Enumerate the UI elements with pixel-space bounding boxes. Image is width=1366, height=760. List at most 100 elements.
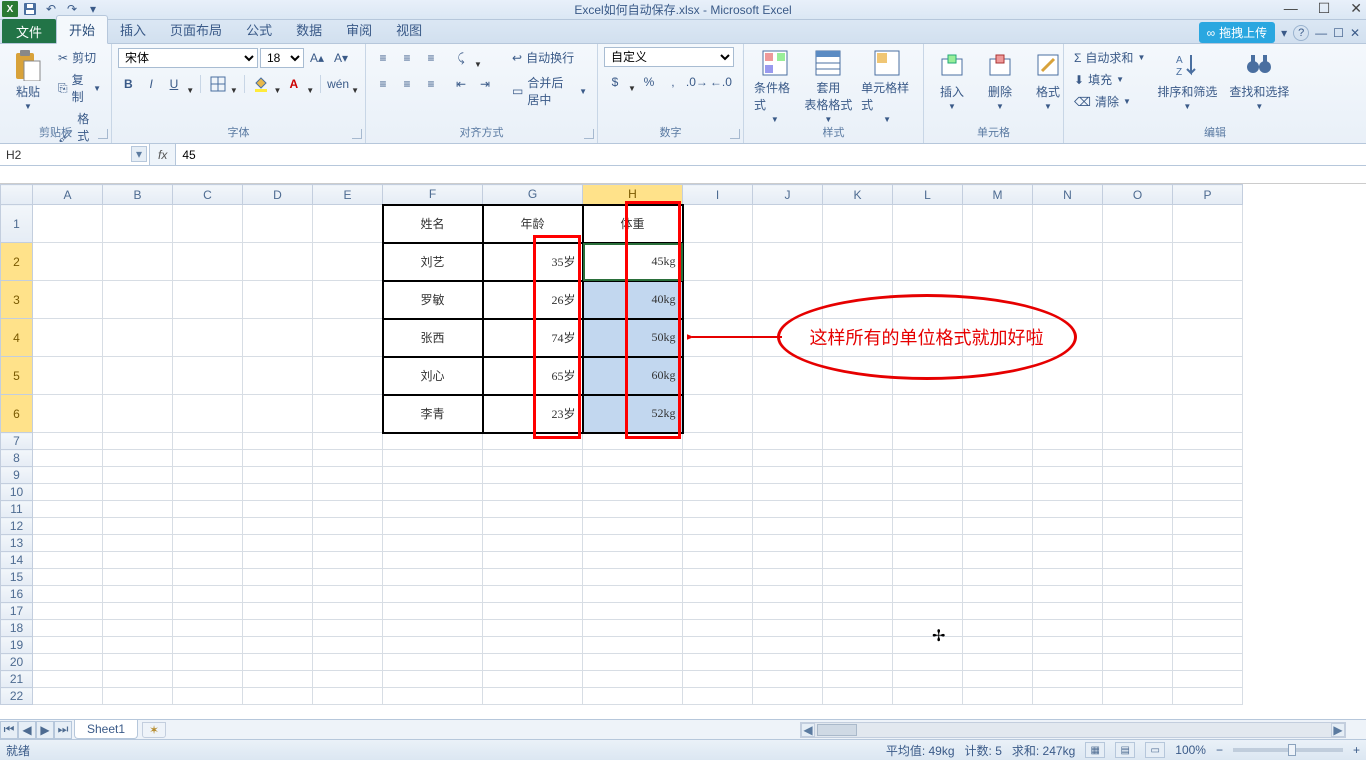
launcher-icon[interactable] (730, 129, 740, 139)
cell-K7[interactable] (823, 433, 893, 450)
cell-E14[interactable] (313, 552, 383, 569)
percent-icon[interactable]: % (638, 71, 660, 93)
currency-dropdown-icon[interactable]: ▼ (628, 84, 636, 93)
sheet-nav-first-icon[interactable]: ⏮ (0, 721, 18, 739)
row-header-1[interactable]: 1 (1, 205, 33, 243)
currency-icon[interactable]: $ (604, 71, 626, 93)
cell-C9[interactable] (173, 467, 243, 484)
cell-P3[interactable] (1173, 281, 1243, 319)
cell-I6[interactable] (683, 395, 753, 433)
cell-E4[interactable] (313, 319, 383, 357)
cell-G18[interactable] (483, 620, 583, 637)
cell-E11[interactable] (313, 501, 383, 518)
cell-J17[interactable] (753, 603, 823, 620)
cell-N15[interactable] (1033, 569, 1103, 586)
border-dropdown-icon[interactable]: ▼ (230, 86, 238, 95)
cell-K14[interactable] (823, 552, 893, 569)
sheet-nav-last-icon[interactable]: ⏭ (54, 721, 72, 739)
cell-G4[interactable]: 74岁 (483, 319, 583, 357)
spreadsheet-grid[interactable]: ABCDEFGHIJKLMNOP1姓名年龄体重2刘艺35岁45kg3罗敏26岁4… (0, 184, 1243, 705)
cell-L19[interactable] (893, 637, 963, 654)
border-button[interactable] (207, 73, 228, 95)
cell-G9[interactable] (483, 467, 583, 484)
cell-I18[interactable] (683, 620, 753, 637)
cell-H19[interactable] (583, 637, 683, 654)
cell-I4[interactable] (683, 319, 753, 357)
cell-K3[interactable] (823, 281, 893, 319)
cell-J13[interactable] (753, 535, 823, 552)
comma-icon[interactable]: , (662, 71, 684, 93)
decrease-decimal-icon[interactable]: ←.0 (710, 71, 732, 93)
cell-H20[interactable] (583, 654, 683, 671)
increase-indent-icon[interactable]: ⇥ (474, 73, 496, 95)
row-header-8[interactable]: 8 (1, 450, 33, 467)
cell-M3[interactable] (963, 281, 1033, 319)
cell-C7[interactable] (173, 433, 243, 450)
cell-C20[interactable] (173, 654, 243, 671)
cell-I19[interactable] (683, 637, 753, 654)
cell-O14[interactable] (1103, 552, 1173, 569)
cell-G3[interactable]: 26岁 (483, 281, 583, 319)
cell-C13[interactable] (173, 535, 243, 552)
cell-O9[interactable] (1103, 467, 1173, 484)
col-header-E[interactable]: E (313, 185, 383, 205)
cell-K20[interactable] (823, 654, 893, 671)
fill-dropdown-icon[interactable]: ▼ (274, 86, 282, 95)
cell-C2[interactable] (173, 243, 243, 281)
font-size-select[interactable]: 18 (260, 48, 304, 68)
insert-sheet-icon[interactable]: ✶ (142, 722, 166, 738)
cell-B22[interactable] (103, 688, 173, 705)
row-header-17[interactable]: 17 (1, 603, 33, 620)
cell-G19[interactable] (483, 637, 583, 654)
cell-B7[interactable] (103, 433, 173, 450)
cell-E9[interactable] (313, 467, 383, 484)
cell-P11[interactable] (1173, 501, 1243, 518)
paste-button[interactable]: 粘贴 ▼ (6, 47, 50, 125)
cell-F11[interactable] (383, 501, 483, 518)
cell-D17[interactable] (243, 603, 313, 620)
cell-G22[interactable] (483, 688, 583, 705)
cell-K18[interactable] (823, 620, 893, 637)
cell-A20[interactable] (33, 654, 103, 671)
bold-button[interactable]: B (118, 73, 139, 95)
row-header-10[interactable]: 10 (1, 484, 33, 501)
cell-K4[interactable] (823, 319, 893, 357)
scroll-right-icon[interactable]: ▶ (1331, 723, 1345, 737)
cell-J16[interactable] (753, 586, 823, 603)
cell-C10[interactable] (173, 484, 243, 501)
cell-P1[interactable] (1173, 205, 1243, 243)
cell-B5[interactable] (103, 357, 173, 395)
cell-B2[interactable] (103, 243, 173, 281)
cell-E17[interactable] (313, 603, 383, 620)
row-header-16[interactable]: 16 (1, 586, 33, 603)
cell-O13[interactable] (1103, 535, 1173, 552)
col-header-J[interactable]: J (753, 185, 823, 205)
decrease-indent-icon[interactable]: ⇤ (450, 73, 472, 95)
cell-D6[interactable] (243, 395, 313, 433)
paste-dropdown-icon[interactable]: ▼ (24, 102, 32, 111)
cell-B12[interactable] (103, 518, 173, 535)
cell-P20[interactable] (1173, 654, 1243, 671)
col-header-C[interactable]: C (173, 185, 243, 205)
cell-G12[interactable] (483, 518, 583, 535)
cell-D5[interactable] (243, 357, 313, 395)
cell-A18[interactable] (33, 620, 103, 637)
cell-L12[interactable] (893, 518, 963, 535)
cell-M13[interactable] (963, 535, 1033, 552)
cell-H16[interactable] (583, 586, 683, 603)
cell-F8[interactable] (383, 450, 483, 467)
cell-O6[interactable] (1103, 395, 1173, 433)
tab-home[interactable]: 开始 (56, 15, 108, 44)
copy-button[interactable]: ⎘ 复制 ▼ (54, 69, 105, 107)
cell-N18[interactable] (1033, 620, 1103, 637)
cell-A19[interactable] (33, 637, 103, 654)
cell-D16[interactable] (243, 586, 313, 603)
cell-L5[interactable] (893, 357, 963, 395)
cell-M22[interactable] (963, 688, 1033, 705)
dropdown-icon[interactable]: ▼ (1183, 102, 1191, 111)
cell-H4[interactable]: 50kg (583, 319, 683, 357)
cell-K15[interactable] (823, 569, 893, 586)
cell-L4[interactable] (893, 319, 963, 357)
cell-C18[interactable] (173, 620, 243, 637)
cell-G11[interactable] (483, 501, 583, 518)
